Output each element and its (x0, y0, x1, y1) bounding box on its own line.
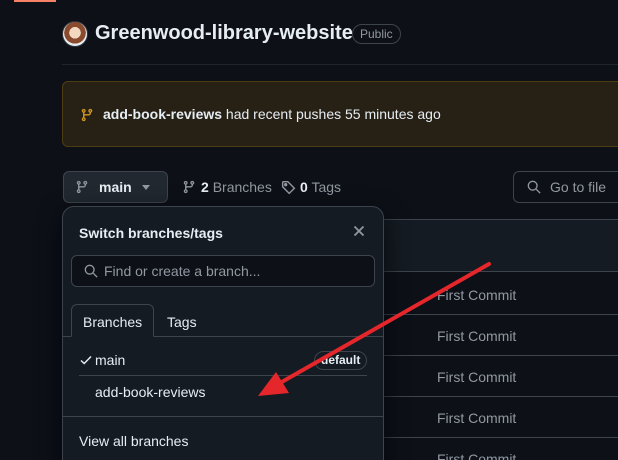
close-icon[interactable] (350, 222, 368, 240)
file-table-header (361, 220, 618, 272)
default-badge: default (314, 351, 368, 370)
tab-tags[interactable]: Tags (167, 314, 197, 330)
row-divider (361, 396, 618, 397)
commit-message[interactable]: First Commit (437, 451, 516, 460)
git-branch-icon (183, 180, 195, 194)
commit-message[interactable]: First Commit (437, 369, 516, 385)
commit-message[interactable]: First Commit (437, 287, 516, 303)
owner-avatar[interactable] (62, 21, 88, 47)
branch-item-main[interactable]: main (95, 352, 125, 368)
push-message-text: had recent pushes 55 minutes ago (225, 106, 441, 122)
footer-divider (63, 416, 383, 417)
branch-item-add-book-reviews[interactable]: add-book-reviews (95, 384, 206, 400)
row-divider (361, 437, 618, 438)
push-branch-name[interactable]: add-book-reviews (103, 106, 222, 122)
commit-message[interactable]: First Commit (437, 410, 516, 426)
check-icon (80, 355, 92, 365)
go-to-file-placeholder: Go to file (550, 179, 607, 195)
branch-count: 2 (201, 179, 209, 195)
branches-link[interactable]: 2 Branches (201, 179, 272, 195)
search-icon (527, 180, 541, 194)
repo-title[interactable]: Greenwood-library-website (95, 22, 353, 45)
tag-icon (281, 180, 296, 195)
list-divider (79, 375, 367, 376)
current-branch-label: main (99, 179, 132, 195)
header-divider (62, 64, 618, 65)
row-divider (361, 314, 618, 315)
commit-message[interactable]: First Commit (437, 328, 516, 344)
tags-link[interactable]: 0 Tags (300, 179, 341, 195)
view-all-branches-link[interactable]: View all branches (79, 433, 188, 449)
push-message: add-book-reviews had recent pushes 55 mi… (103, 106, 441, 122)
tag-count: 0 (300, 179, 308, 195)
active-tab-indicator (14, 0, 56, 2)
git-branch-icon (76, 180, 88, 194)
git-branch-icon (81, 108, 93, 122)
search-icon (84, 264, 98, 278)
branches-link-label: Branches (212, 179, 272, 195)
tab-branches-label[interactable]: Branches (83, 314, 142, 330)
tags-link-label: Tags (311, 179, 342, 195)
visibility-badge: Public (352, 24, 401, 44)
row-divider (361, 355, 618, 356)
dropdown-title: Switch branches/tags (79, 225, 223, 241)
branch-search-input[interactable] (104, 257, 370, 285)
chevron-down-icon (142, 185, 150, 190)
